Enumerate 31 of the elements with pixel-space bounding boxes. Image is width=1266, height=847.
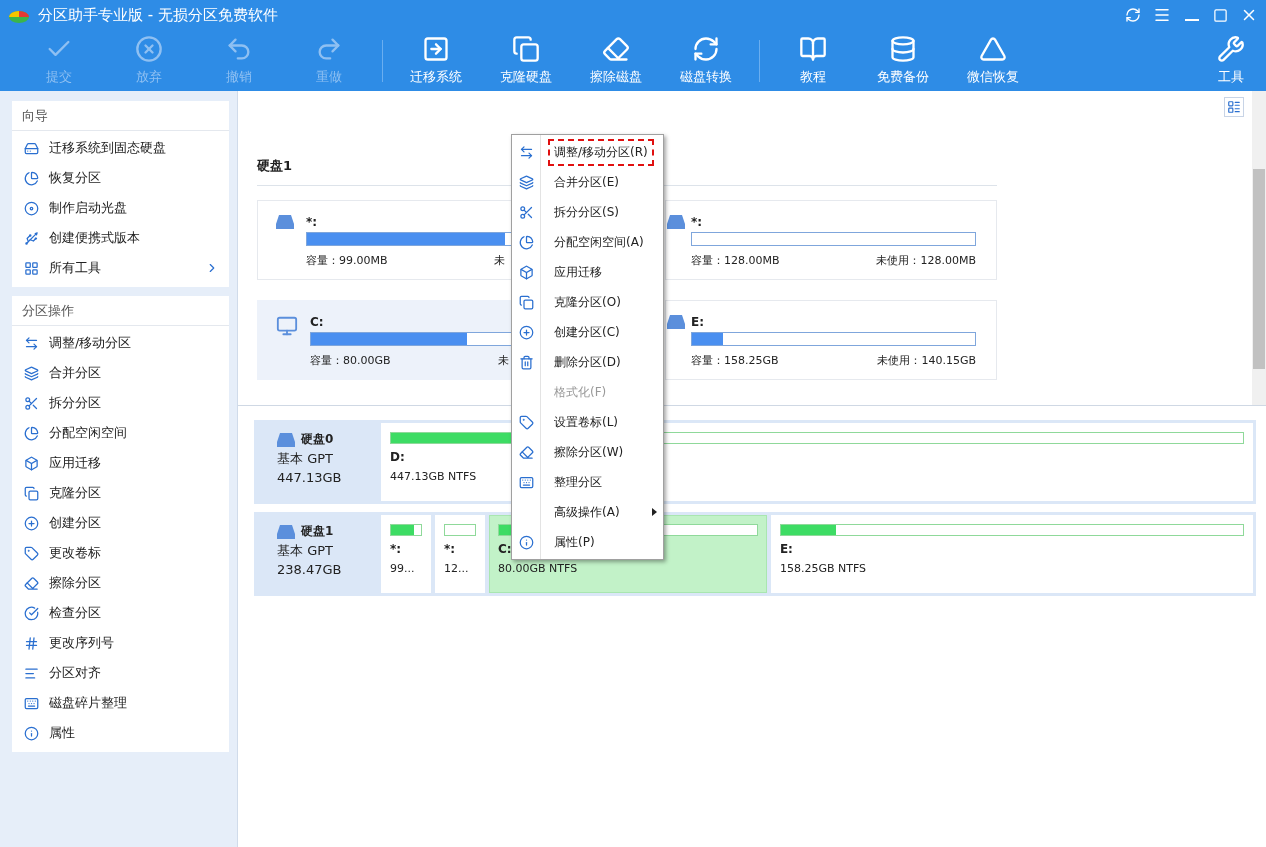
partition-label: D: xyxy=(390,450,405,464)
disk-size: 447.13GB xyxy=(277,470,342,485)
partition-info: 80.00GB NTFS xyxy=(498,562,578,575)
partition-label: E: xyxy=(779,542,793,556)
capacity-text: 容量：128.00MB xyxy=(691,253,780,268)
disk-name: 硬盘1 xyxy=(301,523,334,540)
partition-label: C: xyxy=(498,542,512,556)
free-space-text: 未 xyxy=(498,353,509,368)
partition-info: 99... xyxy=(390,562,415,575)
partition-name: C: xyxy=(310,315,324,329)
partition-name: *: xyxy=(691,215,703,229)
disk-type: 基本 GPT xyxy=(277,450,333,468)
partition-name: E: xyxy=(691,315,704,329)
partition-info: 447.13GB NTFS xyxy=(390,470,477,483)
disk-type: 基本 GPT xyxy=(277,542,333,560)
free-space-text: 未 xyxy=(494,253,505,268)
disk-name: 硬盘0 xyxy=(301,431,334,448)
window-title: 分区助手专业版 - 无损分区免费软件 xyxy=(38,5,279,25)
capacity-text: 容量：80.00GB xyxy=(310,353,391,368)
free-space-text: 未使用：128.00MB xyxy=(876,253,976,268)
partition-label: *: xyxy=(444,542,456,556)
partition-name: *: xyxy=(306,215,318,229)
partition-info: 12... xyxy=(444,562,469,575)
partition-info: 158.25GB NTFS xyxy=(779,562,866,575)
sidebar-heading: 向导 xyxy=(12,103,229,131)
free-space-text: 未使用：140.15GB xyxy=(877,353,976,368)
disk-size: 238.47GB xyxy=(277,562,342,577)
capacity-text: 容量：99.00MB xyxy=(306,253,388,268)
sidebar-heading: 分区操作 xyxy=(12,298,229,326)
capacity-text: 容量：158.25GB xyxy=(691,353,779,368)
partition-label: *: xyxy=(390,542,402,556)
